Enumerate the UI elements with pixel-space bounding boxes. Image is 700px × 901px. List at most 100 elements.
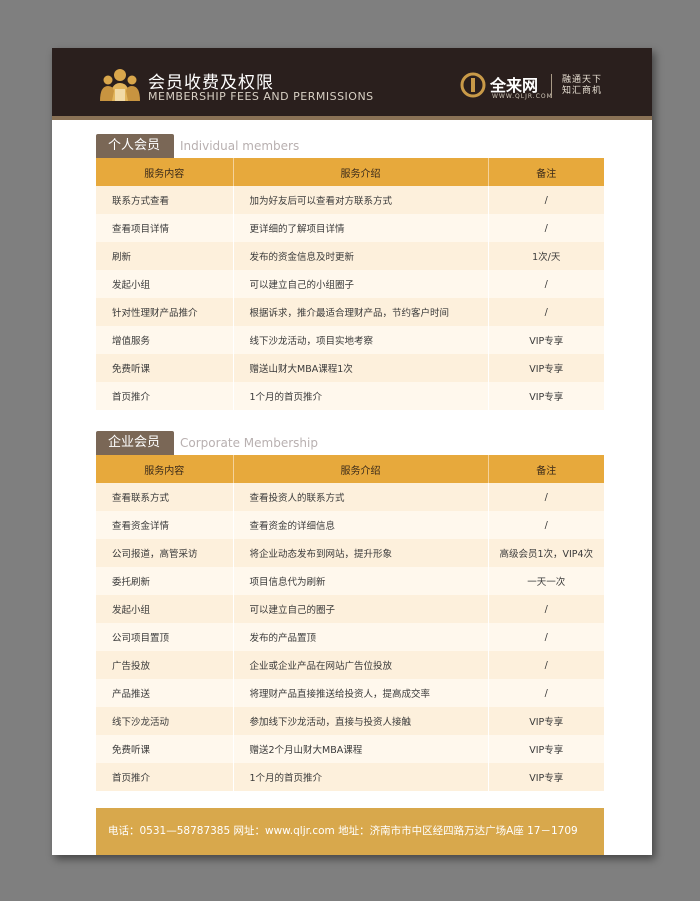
service-description: 可以建立自己的圈子 (233, 595, 489, 623)
corporate-section-tab: 企业会员 (96, 431, 174, 455)
table-row: 广告投放 企业或企业产品在网站广告位投放 / (96, 651, 604, 679)
service-description: 更详细的了解项目详情 (233, 214, 489, 242)
table-row: 首页推介 1个月的首页推介 VIP专享 (96, 382, 604, 410)
service-content: 广告投放 (96, 651, 234, 679)
service-note: 高级会员1次，VIP4次 (488, 539, 604, 567)
service-content: 增值服务 (96, 326, 234, 354)
service-description: 线下沙龙活动，项目实地考察 (233, 326, 489, 354)
service-content: 首页推介 (96, 763, 234, 791)
service-content: 刷新 (96, 242, 234, 270)
page-subtitle: MEMBERSHIP FEES AND PERMISSIONS (148, 90, 374, 103)
service-content: 查看资金详情 (96, 511, 234, 539)
table-row: 发起小组 可以建立自己的小组圈子 / (96, 270, 604, 298)
service-note: / (488, 595, 604, 623)
service-note: / (488, 214, 604, 242)
service-content: 线下沙龙活动 (96, 707, 234, 735)
table-row: 公司报道，高管采访 将企业动态发布到网站，提升形象 高级会员1次，VIP4次 (96, 539, 604, 567)
table-row: 产品推送 将理财产品直接推送给投资人，提高成交率 / (96, 679, 604, 707)
header-banner: 会员收费及权限 MEMBERSHIP FEES AND PERMISSIONS … (52, 48, 652, 120)
table-row: 针对性理财产品推介 根据诉求，推介最适合理财产品，节约客户时间 / (96, 298, 604, 326)
table-row: 公司项目置顶 发布的产品置顶 / (96, 623, 604, 651)
service-content: 针对性理财产品推介 (96, 298, 234, 326)
service-note: VIP专享 (488, 326, 604, 354)
service-note: / (488, 651, 604, 679)
service-content: 发起小组 (96, 595, 234, 623)
service-note: / (488, 679, 604, 707)
service-description: 企业或企业产品在网站广告位投放 (233, 651, 489, 679)
service-content: 首页推介 (96, 382, 234, 410)
service-content: 免费听课 (96, 735, 234, 763)
slogan-line-1: 融通天下 (562, 75, 603, 85)
service-note: 一天一次 (488, 567, 604, 595)
service-description: 项目信息代为刷新 (233, 567, 489, 595)
column-header: 服务内容 (96, 455, 234, 483)
service-description: 1个月的首页推介 (233, 382, 489, 410)
table-row: 查看资金详情 查看资金的详细信息 / (96, 511, 604, 539)
contact-footer: 电话：0531—58787385 网址：www.qljr.com 地址：济南市市… (96, 808, 604, 855)
table-row: 发起小组 可以建立自己的圈子 / (96, 595, 604, 623)
service-description: 赠送2个月山财大MBA课程 (233, 735, 489, 763)
service-note: VIP专享 (488, 735, 604, 763)
individual-table: 服务内容 服务介绍 备注 联系方式查看 加为好友后可以查看对方联系方式 / 查看项目… (96, 158, 604, 410)
table-row: 查看联系方式 查看投资人的联系方式 / (96, 483, 604, 511)
service-content: 发起小组 (96, 270, 234, 298)
corporate-section-en-label: Corporate Membership (180, 436, 318, 450)
service-content: 公司报道，高管采访 (96, 539, 234, 567)
table-row: 首页推介 1个月的首页推介 VIP专享 (96, 763, 604, 791)
column-header: 服务介绍 (233, 158, 489, 186)
table-row: 免费听课 赠送2个月山财大MBA课程 VIP专享 (96, 735, 604, 763)
service-note: / (488, 483, 604, 511)
service-note: / (488, 623, 604, 651)
brand-logo-icon (460, 72, 486, 98)
table-row: 增值服务 线下沙龙活动，项目实地考察 VIP专享 (96, 326, 604, 354)
service-description: 发布的资金信息及时更新 (233, 242, 489, 270)
service-description: 可以建立自己的小组圈子 (233, 270, 489, 298)
column-header: 备注 (488, 158, 604, 186)
service-description: 根据诉求，推介最适合理财产品，节约客户时间 (233, 298, 489, 326)
service-content: 查看项目详情 (96, 214, 234, 242)
service-note: VIP专享 (488, 382, 604, 410)
service-description: 发布的产品置顶 (233, 623, 489, 651)
table-row: 查看项目详情 更详细的了解项目详情 / (96, 214, 604, 242)
service-description: 赠送山财大MBA课程1次 (233, 354, 489, 382)
service-description: 将企业动态发布到网站，提升形象 (233, 539, 489, 567)
slogan-line-2: 知汇商机 (562, 86, 603, 96)
table-header-row: 服务内容 服务介绍 备注 (96, 455, 604, 483)
table-row: 刷新 发布的资金信息及时更新 1次/天 (96, 242, 604, 270)
table-row: 委托刷新 项目信息代为刷新 一天一次 (96, 567, 604, 595)
service-note: 1次/天 (488, 242, 604, 270)
service-note: / (488, 270, 604, 298)
service-content: 公司项目置顶 (96, 623, 234, 651)
service-content: 联系方式查看 (96, 186, 234, 214)
fee-sheet: 会员收费及权限 MEMBERSHIP FEES AND PERMISSIONS … (52, 48, 652, 855)
table-row: 联系方式查看 加为好友后可以查看对方联系方式 / (96, 186, 604, 214)
table-row: 线下沙龙活动 参加线下沙龙活动，直接与投资人接触 VIP专享 (96, 707, 604, 735)
service-note: / (488, 511, 604, 539)
service-content: 委托刷新 (96, 567, 234, 595)
corporate-table: 服务内容 服务介绍 备注 查看联系方式 查看投资人的联系方式 / 查看资金详情 查看资… (96, 455, 604, 791)
service-note: / (488, 298, 604, 326)
column-header: 服务内容 (96, 158, 234, 186)
service-content: 产品推送 (96, 679, 234, 707)
brand-slogan: 融通天下 知汇商机 (562, 75, 602, 97)
service-description: 将理财产品直接推送给投资人，提高成交率 (233, 679, 489, 707)
service-content: 免费听课 (96, 354, 234, 382)
individual-section-en-label: Individual members (180, 139, 300, 153)
table-row: 免费听课 赠送山财大MBA课程1次 VIP专享 (96, 354, 604, 382)
column-header: 服务介绍 (233, 455, 489, 483)
table-header-row: 服务内容 服务介绍 备注 (96, 158, 604, 186)
service-note: VIP专享 (488, 707, 604, 735)
members-icon (100, 69, 140, 101)
column-header: 备注 (488, 455, 604, 483)
service-note: / (488, 186, 604, 214)
service-description: 查看投资人的联系方式 (233, 483, 489, 511)
individual-section-tab: 个人会员 (96, 134, 174, 158)
brand-url: WWW.QLJR.COM (492, 93, 553, 100)
service-description: 参加线下沙龙活动，直接与投资人接触 (233, 707, 489, 735)
brand-divider (551, 74, 552, 98)
service-note: VIP专享 (488, 354, 604, 382)
service-content: 查看联系方式 (96, 483, 234, 511)
service-description: 加为好友后可以查看对方联系方式 (233, 186, 489, 214)
service-description: 1个月的首页推介 (233, 763, 489, 791)
service-note: VIP专享 (488, 763, 604, 791)
